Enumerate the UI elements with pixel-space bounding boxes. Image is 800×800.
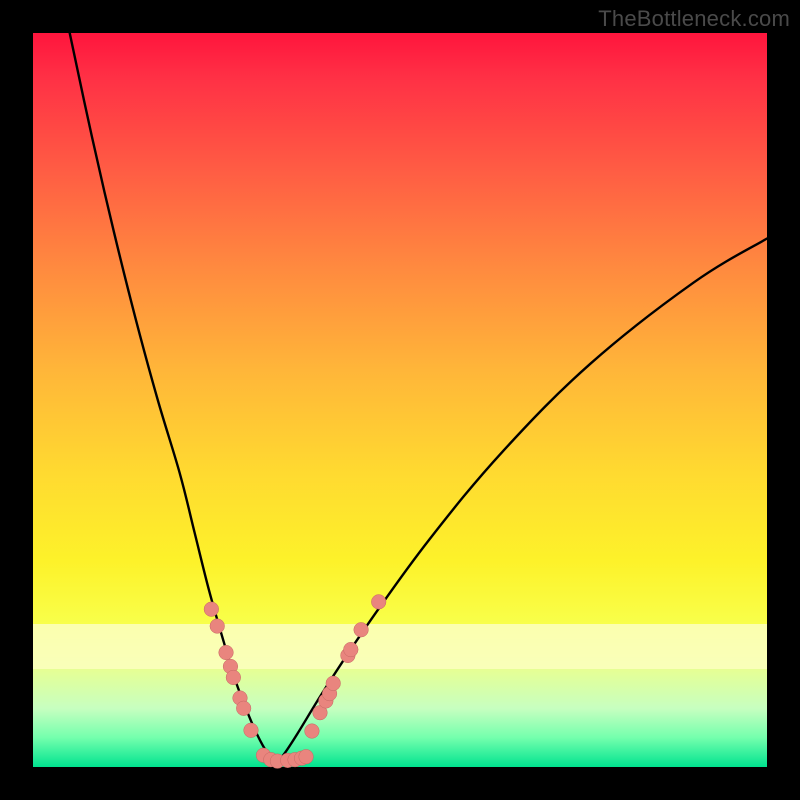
marker-dot: [371, 595, 386, 610]
marker-group: [204, 595, 386, 769]
marker-dot: [226, 670, 241, 685]
marker-dot: [326, 676, 341, 691]
marker-dot: [236, 701, 251, 716]
chart-stage: TheBottleneck.com: [0, 0, 800, 800]
marker-dot: [219, 645, 234, 660]
bottleneck-curve: [70, 33, 767, 761]
plot-area: [33, 33, 767, 767]
watermark-text: TheBottleneck.com: [598, 6, 790, 32]
marker-dot: [244, 723, 259, 738]
marker-dot: [354, 622, 369, 637]
chart-svg: [33, 33, 767, 767]
marker-dot: [204, 602, 219, 617]
marker-dot: [210, 619, 225, 634]
marker-dot: [305, 724, 320, 739]
marker-dot: [299, 749, 314, 764]
marker-dot: [344, 642, 359, 657]
curve-path: [70, 33, 767, 761]
